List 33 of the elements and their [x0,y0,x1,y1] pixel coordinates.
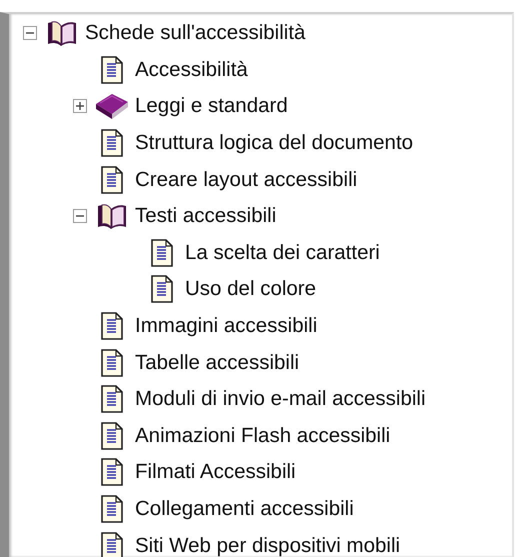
tree-item[interactable]: Schede sull'accessibilità [81,21,306,46]
tree-item[interactable]: Uso del colore [181,277,316,302]
tree-item[interactable]: Siti Web per dispositivi mobili [131,534,400,557]
closed-book-icon [94,92,130,120]
open-book-icon [95,202,129,230]
tree-item[interactable]: Filmati Accessibili [131,460,296,484]
expand-toggle[interactable] [23,26,37,40]
tree-item[interactable]: Testi accessibili [131,204,276,228]
tree-item[interactable]: Moduli di invio e-mail accessibili [131,387,426,412]
document-icon [101,312,123,340]
open-book-icon [45,19,79,48]
document-icon [101,348,123,377]
tree-item[interactable]: Collegamenti accessibili [131,497,354,522]
tree-item[interactable]: Tabelle accessibili [131,350,300,375]
tree-item[interactable]: Creare layout accessibili [131,168,358,192]
tree-item[interactable]: Accessibilità [131,58,248,82]
expand-toggle[interactable] [73,209,87,224]
document-icon [101,458,123,486]
expand-toggle[interactable] [73,99,87,114]
document-icon [101,385,123,414]
document-icon [101,56,123,84]
document-icon [101,532,123,557]
tree-item[interactable]: Struttura logica del documento [131,131,414,156]
tree-item[interactable]: Immagini accessibili [131,314,318,338]
document-icon [101,166,123,194]
document-icon [151,275,173,304]
tree-item[interactable]: Leggi e standard [131,94,288,118]
document-icon [101,495,123,524]
document-icon [101,129,123,158]
document-icon [101,422,123,450]
document-icon [151,238,173,267]
tree-item[interactable]: Animazioni Flash accessibili [131,424,390,448]
tree-item[interactable]: La scelta dei caratteri [181,240,380,265]
